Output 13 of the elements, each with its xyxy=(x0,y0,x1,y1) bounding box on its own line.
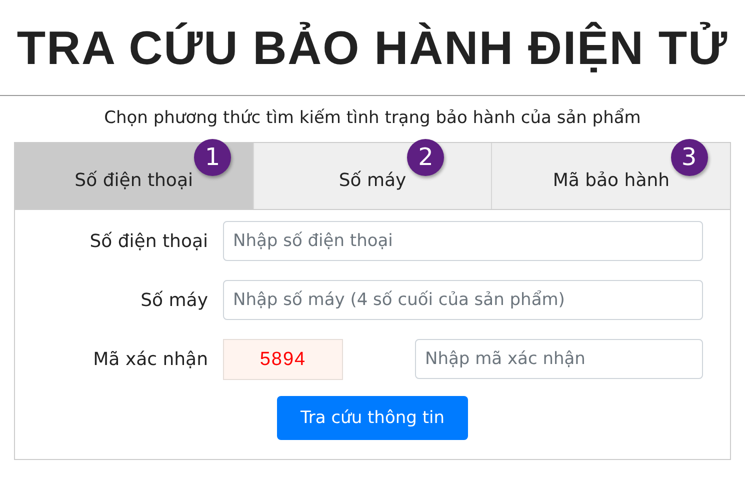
page-title: TRA CỨU BẢO HÀNH ĐIỆN TỬ xyxy=(0,0,745,96)
input-field[interactable]: Nhập mã xác nhận xyxy=(415,339,703,379)
field-label: Mã xác nhận xyxy=(93,349,208,370)
input-field[interactable]: Nhập số máy (4 số cuối của sản phẩm) xyxy=(223,280,703,320)
input-field[interactable]: Nhập số điện thoại xyxy=(223,221,703,261)
field-label: Số điện thoại xyxy=(90,230,208,252)
page-subtitle: Chọn phương thức tìm kiếm tình trạng bảo hành của sản phẩm xyxy=(104,108,641,128)
submit-button[interactable]: Tra cứu thông tin xyxy=(277,396,468,440)
field-label: Số máy xyxy=(140,290,208,310)
captcha-code: 5894 xyxy=(223,339,343,380)
step-badge: 3 xyxy=(670,138,708,176)
step-badge: 1 xyxy=(194,138,231,176)
step-badge: 2 xyxy=(407,138,444,176)
